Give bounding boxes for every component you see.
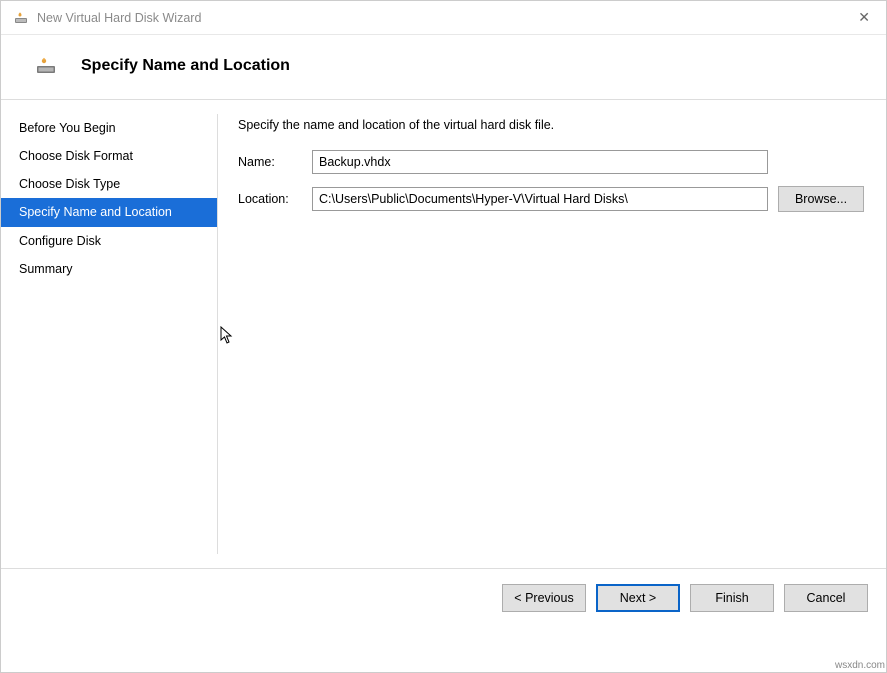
location-label: Location: [238,192,302,206]
hdd-icon [13,12,29,24]
browse-button[interactable]: Browse... [778,186,864,212]
hdd-header-icon [35,57,57,75]
name-label: Name: [238,155,302,169]
name-input[interactable] [312,150,768,174]
sidebar-item-summary[interactable]: Summary [1,255,217,283]
previous-button[interactable]: < Previous [502,584,586,612]
instruction-text: Specify the name and location of the vir… [238,118,864,132]
titlebar-left: New Virtual Hard Disk Wizard [13,11,201,25]
sidebar-item-before-you-begin[interactable]: Before You Begin [1,114,217,142]
page-title: Specify Name and Location [81,57,290,75]
name-row: Name: [238,150,864,174]
sidebar-item-choose-disk-format[interactable]: Choose Disk Format [1,142,217,170]
next-button[interactable]: Next > [596,584,680,612]
titlebar: New Virtual Hard Disk Wizard ✕ [1,1,886,35]
sidebar-item-specify-name-and-location[interactable]: Specify Name and Location [1,198,217,226]
wizard-main: Specify the name and location of the vir… [218,100,886,568]
watermark-text: wsxdn.com [835,660,885,671]
wizard-body: Before You Begin Choose Disk Format Choo… [1,100,886,568]
wizard-sidebar: Before You Begin Choose Disk Format Choo… [1,100,217,568]
wizard-footer: < Previous Next > Finish Cancel [1,568,886,628]
location-row: Location: Browse... [238,186,864,212]
wizard-header: Specify Name and Location [1,35,886,99]
sidebar-item-configure-disk[interactable]: Configure Disk [1,227,217,255]
finish-button[interactable]: Finish [690,584,774,612]
location-input[interactable] [312,187,768,211]
close-icon[interactable]: ✕ [854,5,874,30]
cancel-button[interactable]: Cancel [784,584,868,612]
sidebar-item-choose-disk-type[interactable]: Choose Disk Type [1,170,217,198]
window-title: New Virtual Hard Disk Wizard [37,11,201,25]
